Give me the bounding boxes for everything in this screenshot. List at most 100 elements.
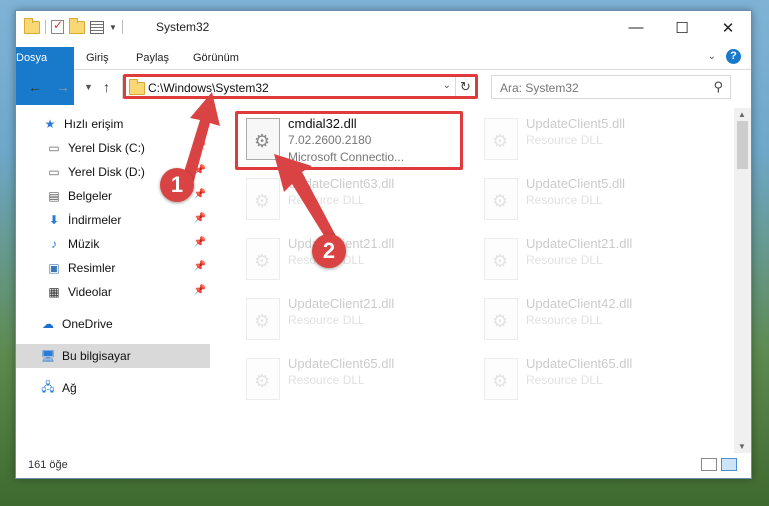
sidebar-item-label: Bu bilgisayar [62, 349, 131, 363]
scroll-thumb[interactable] [737, 121, 748, 169]
file-type: Resource DLL [288, 373, 365, 387]
sidebar-item-label: İndirmeler [68, 213, 122, 227]
sidebar-item-label: Videolar [68, 285, 112, 299]
back-arrow-icon[interactable]: ← [28, 79, 42, 95]
dll-file-icon [484, 238, 518, 280]
file-item[interactable]: UpdateClient21.dll Resource DLL [238, 292, 463, 350]
file-type: Resource DLL [526, 373, 603, 387]
customize-icon[interactable] [90, 20, 104, 34]
status-bar: 161 öğe [16, 452, 751, 478]
callout-2: 2 [312, 234, 346, 268]
file-name: UpdateClient21.dll [526, 236, 633, 251]
sidebar-item-label: Yerel Disk (C:) [68, 141, 145, 155]
dll-file-icon [246, 358, 280, 400]
vertical-scrollbar[interactable]: ▲ ▼ [734, 108, 751, 453]
file-name: UpdateClient21.dll [288, 296, 395, 311]
file-item[interactable]: UpdateClient65.dll Resource DLL [238, 352, 463, 410]
file-type: Resource DLL [526, 313, 603, 327]
file-name: UpdateClient5.dll [526, 116, 626, 131]
ribbon-tabs: Dosya Giriş Paylaş Görünüm ⌄ ? [16, 44, 751, 105]
music-icon: ♪ [51, 237, 57, 251]
quick-access-toolbar: ▼ [24, 17, 123, 34]
close-button[interactable]: ✕ [705, 11, 751, 44]
file-item[interactable]: UpdateClient21.dll Resource DLL [476, 232, 701, 290]
pin-icon[interactable]: 📌 [194, 285, 206, 296]
chevron-down-icon[interactable]: ▼ [109, 23, 117, 32]
sidebar-item-downloads[interactable]: ⬇ İndirmeler 📌 [16, 208, 210, 232]
pin-icon[interactable]: 📌 [194, 237, 206, 248]
tab-share[interactable]: Paylaş [136, 47, 169, 69]
file-name: UpdateClient42.dll [526, 296, 633, 311]
sidebar-item-label: Belgeler [68, 189, 113, 203]
computer-icon: 🖥 [40, 349, 56, 363]
maximize-button[interactable]: ☐ [659, 11, 705, 44]
file-type: Resource DLL [288, 313, 365, 327]
tiles-view-icon[interactable] [721, 458, 737, 471]
ribbon-right: ⌄ ? [708, 49, 741, 64]
file-name: UpdateClient65.dll [526, 356, 633, 371]
drive-icon: ▭ [48, 141, 60, 155]
expand-ribbon-icon[interactable]: ⌄ [708, 51, 716, 62]
recent-locations-icon[interactable]: ▼ [84, 82, 93, 92]
dll-file-icon [484, 118, 518, 160]
sidebar-item-label: Müzik [68, 237, 100, 251]
sidebar-item-this-pc[interactable]: 🖥 Bu bilgisayar [16, 344, 210, 368]
file-type: Resource DLL [526, 133, 603, 147]
drive-icon: ▭ [48, 165, 60, 179]
sidebar-item-label: Yerel Disk (D:) [68, 165, 145, 179]
file-item[interactable]: UpdateClient65.dll Resource DLL [476, 352, 701, 410]
scroll-down-icon[interactable]: ▼ [738, 442, 746, 451]
up-arrow-icon[interactable]: ↑ [103, 79, 110, 95]
tab-view[interactable]: Görünüm [193, 47, 239, 69]
search-box[interactable]: Ara: System32 ⚲ [491, 75, 731, 99]
file-item[interactable]: UpdateClient5.dll Resource DLL [476, 112, 701, 170]
view-toggle [701, 458, 737, 471]
file-name: UpdateClient65.dll [288, 356, 395, 371]
pin-icon[interactable]: 📌 [194, 189, 206, 200]
documents-icon: ▤ [48, 189, 60, 203]
sidebar-item-videos[interactable]: ▦ Videolar 📌 [16, 280, 210, 304]
folder-icon[interactable] [24, 17, 40, 34]
star-icon: ★ [44, 117, 56, 131]
divider [45, 20, 46, 34]
dll-file-icon [246, 298, 280, 340]
sidebar-item-onedrive[interactable]: ☁ OneDrive [16, 312, 210, 336]
title-bar: ▼ System32 — ☐ ✕ [16, 11, 751, 44]
file-type: Resource DLL [526, 253, 603, 267]
details-view-icon[interactable] [701, 458, 717, 471]
sidebar-item-label: OneDrive [62, 317, 113, 331]
divider [121, 20, 123, 34]
properties-check-icon[interactable] [51, 18, 64, 34]
window-title: System32 [156, 20, 210, 34]
sidebar-item-music[interactable]: ♪ Müzik 📌 [16, 232, 210, 256]
network-icon: 🖧 [41, 379, 55, 394]
pin-icon[interactable]: 📌 [194, 261, 206, 272]
callout-1: 1 [160, 168, 194, 202]
pin-icon[interactable]: 📌 [194, 213, 206, 224]
pictures-icon: ▣ [48, 261, 60, 275]
minimize-button[interactable]: — [613, 11, 659, 44]
file-item[interactable]: UpdateClient5.dll Resource DLL [476, 172, 701, 230]
dll-file-icon [484, 358, 518, 400]
sidebar-item-network[interactable]: 🖧 Ağ [16, 376, 210, 400]
file-item[interactable]: UpdateClient42.dll Resource DLL [476, 292, 701, 350]
explorer-window: ▼ System32 — ☐ ✕ Dosya Giriş Paylaş Görü… [15, 10, 752, 479]
videos-icon: ▦ [48, 285, 60, 299]
sidebar-item-label: Ağ [62, 381, 77, 395]
new-folder-icon[interactable] [69, 17, 85, 34]
forward-arrow-icon[interactable]: → [56, 79, 70, 95]
cloud-icon: ☁ [42, 317, 54, 331]
dll-file-icon [484, 298, 518, 340]
file-type: Resource DLL [526, 193, 603, 207]
sidebar-item-pictures[interactable]: ▣ Resimler 📌 [16, 256, 210, 280]
sidebar-item-label: Hızlı erişim [64, 117, 124, 131]
scroll-up-icon[interactable]: ▲ [738, 110, 746, 119]
item-count: 161 öğe [28, 459, 68, 471]
file-name: UpdateClient5.dll [526, 176, 626, 191]
dll-file-icon [484, 178, 518, 220]
help-icon[interactable]: ? [726, 49, 741, 64]
sidebar-item-label: Resimler [68, 261, 116, 275]
search-input[interactable]: Ara: System32 [500, 81, 579, 95]
search-icon[interactable]: ⚲ [713, 79, 723, 95]
tab-home[interactable]: Giriş [86, 47, 109, 69]
